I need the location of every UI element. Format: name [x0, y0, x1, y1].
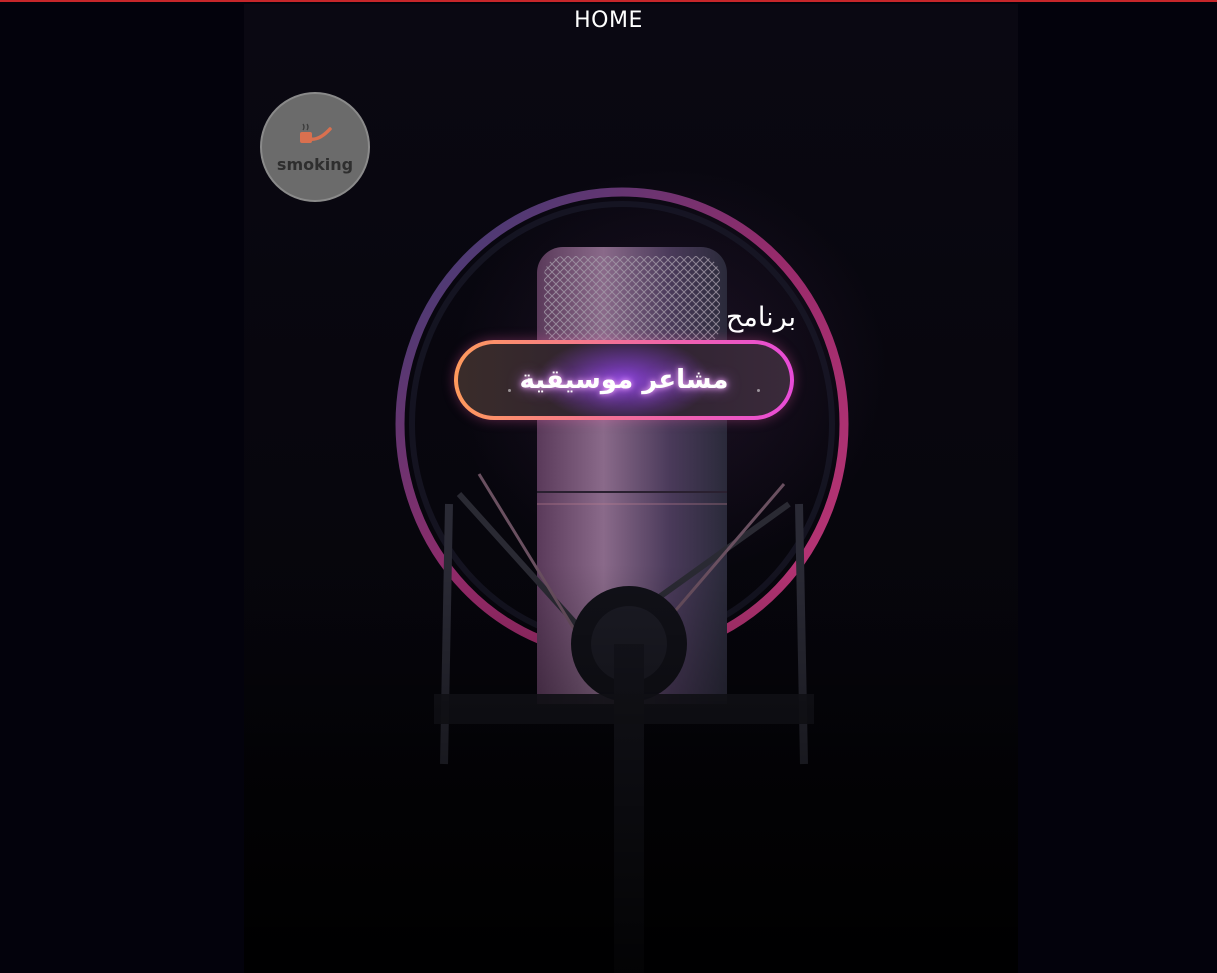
smoking-button[interactable]: smoking — [260, 92, 370, 202]
page: HOME smoking برنامح مشاعر موسيقية — [0, 0, 1217, 973]
music-feelings-button-inner: مشاعر موسيقية — [458, 344, 790, 416]
smoking-button-label: smoking — [276, 154, 354, 174]
music-feelings-button-label: مشاعر موسيقية — [519, 365, 729, 395]
pipe-icon — [297, 121, 333, 151]
program-heading: برنامح — [725, 302, 796, 333]
home-link[interactable]: HOME — [0, 8, 1217, 33]
sparkle-right — [757, 389, 760, 392]
sparkle-left — [508, 389, 511, 392]
music-feelings-button[interactable]: مشاعر موسيقية — [454, 340, 794, 420]
